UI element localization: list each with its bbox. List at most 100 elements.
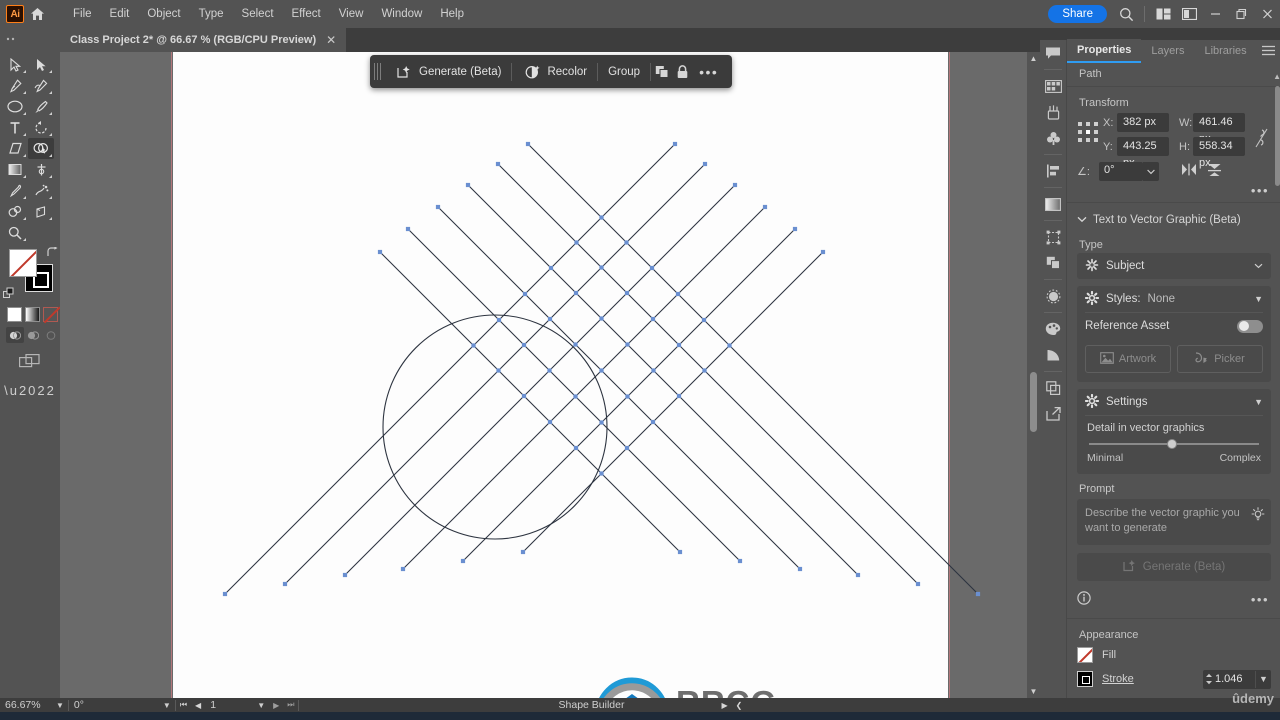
scrollbar-thumb[interactable]	[1030, 372, 1037, 432]
direct-selection-tool[interactable]	[28, 54, 54, 75]
none-mode-button[interactable]	[43, 307, 58, 322]
menu-select[interactable]: Select	[233, 4, 283, 24]
group-button[interactable]: Group	[599, 60, 649, 84]
generate-beta-button[interactable]: Generate (Beta)	[385, 60, 510, 84]
info-icon[interactable]	[1077, 591, 1091, 608]
panel-menu-icon[interactable]	[1262, 45, 1275, 59]
chevron-down-icon[interactable]: ▼	[1254, 397, 1263, 407]
align-icon[interactable]	[1040, 158, 1066, 184]
flip-vertical-icon[interactable]	[1207, 163, 1222, 180]
menu-effect[interactable]: Effect	[283, 4, 330, 24]
chevron-down-icon[interactable]	[1254, 261, 1263, 271]
lock-icon[interactable]	[672, 60, 692, 84]
width-input[interactable]: 461.46 px	[1193, 113, 1245, 145]
selection-tool[interactable]	[2, 54, 28, 75]
next-artboard-icon[interactable]: ▶	[269, 701, 283, 710]
panel-scrollbar[interactable]	[1275, 86, 1280, 186]
menu-type[interactable]: Type	[190, 4, 233, 24]
appearance-stroke-swatch[interactable]	[1077, 671, 1093, 687]
default-fill-stroke-icon[interactable]	[3, 287, 16, 303]
width-tool[interactable]	[28, 159, 54, 180]
contextual-more-button[interactable]: •••	[692, 64, 725, 80]
symbols-icon[interactable]	[1040, 125, 1066, 151]
tab-properties[interactable]: Properties	[1067, 39, 1142, 63]
screen-mode-icon[interactable]	[0, 353, 60, 369]
toolbar-drag-handle[interactable]	[0, 28, 60, 52]
brushes-icon[interactable]	[1040, 99, 1066, 125]
flip-horizontal-icon[interactable]	[1181, 163, 1197, 180]
close-icon[interactable]: ✕	[326, 33, 336, 47]
artwork-vector-paths[interactable]	[60, 52, 1040, 698]
reference-asset-toggle[interactable]	[1237, 319, 1263, 333]
workspace-switcher-icon[interactable]	[1176, 0, 1202, 28]
constrain-proportions-icon[interactable]	[1251, 127, 1271, 149]
info-more-button[interactable]: •••	[1251, 592, 1269, 607]
gradient-tool[interactable]	[2, 159, 28, 180]
chevron-down-icon[interactable]: ▼	[1254, 294, 1263, 304]
comments-icon[interactable]	[1040, 40, 1066, 66]
isolate-group-icon[interactable]	[652, 60, 672, 84]
rotate-tool[interactable]	[28, 117, 54, 138]
status-collapse-icon[interactable]: ❮	[732, 701, 747, 710]
tab-layers[interactable]: Layers	[1141, 40, 1194, 62]
eraser-tool[interactable]	[2, 138, 28, 159]
draw-normal-icon[interactable]	[6, 327, 24, 343]
zoom-dropdown-icon[interactable]: ▼	[52, 701, 68, 710]
settings-row[interactable]: Settings ▼	[1077, 389, 1271, 415]
home-icon[interactable]	[24, 0, 50, 28]
color-mode-button[interactable]	[7, 307, 22, 322]
search-icon[interactable]	[1113, 0, 1139, 28]
document-tab[interactable]: Class Project 2* @ 66.67 % (RGB/CPU Prev…	[60, 28, 347, 52]
gradient-mesh-icon[interactable]	[1040, 342, 1066, 368]
scroll-up-icon[interactable]: ▲	[1027, 52, 1040, 65]
y-input[interactable]: 443.25 px	[1117, 137, 1169, 169]
gradient-mode-button[interactable]	[25, 307, 40, 322]
menu-window[interactable]: Window	[372, 4, 431, 24]
styles-row[interactable]: Styles: None ▼	[1077, 286, 1271, 312]
stroke-weight-value[interactable]: 1.046	[1215, 673, 1255, 685]
menu-view[interactable]: View	[330, 4, 373, 24]
chevron-down-icon[interactable]: ▼	[1255, 670, 1271, 688]
angle-input[interactable]: 0°	[1099, 162, 1143, 181]
first-artboard-icon[interactable]: ⏮	[176, 700, 191, 710]
stroke-weight-stepper[interactable]: 1.046 ▼	[1203, 669, 1271, 689]
detail-slider[interactable]	[1089, 439, 1259, 449]
perspective-grid-tool[interactable]	[28, 201, 54, 222]
appearance-fill-swatch[interactable]	[1077, 647, 1093, 663]
layers-panel-icon[interactable]	[1040, 375, 1066, 401]
rotation-dropdown-icon[interactable]: ▼	[159, 701, 175, 710]
panel-scroll-up-icon[interactable]: ▲	[1273, 72, 1280, 81]
menu-object[interactable]: Object	[138, 4, 189, 24]
last-artboard-icon[interactable]: ⏭	[283, 700, 298, 710]
stroke-panel-icon[interactable]	[1040, 283, 1066, 309]
symbol-sprayer-tool[interactable]	[28, 180, 54, 201]
menu-file[interactable]: File	[64, 4, 101, 24]
height-input[interactable]: 558.34 px	[1193, 137, 1245, 169]
previous-artboard-icon[interactable]: ◀	[191, 701, 205, 710]
share-button[interactable]: Share	[1048, 5, 1107, 23]
curvature-tool[interactable]	[28, 75, 54, 96]
export-icon[interactable]	[1040, 401, 1066, 427]
swap-fill-stroke-icon[interactable]	[46, 246, 59, 262]
appearance-stroke-label[interactable]: Stroke	[1102, 673, 1134, 685]
lightbulb-icon[interactable]	[1251, 507, 1265, 527]
color-panel-icon[interactable]	[1040, 316, 1066, 342]
fill-swatch[interactable]	[9, 249, 37, 277]
blend-tool[interactable]	[2, 201, 28, 222]
status-play-icon[interactable]: ▶	[717, 701, 731, 710]
eyedropper-tool[interactable]	[2, 180, 28, 201]
canvas-vertical-scrollbar[interactable]: ▲ ▼	[1027, 52, 1040, 698]
zoom-level[interactable]: 66.67%	[0, 698, 52, 712]
type-select-card[interactable]: Subject	[1077, 253, 1271, 279]
transform-more-button[interactable]: •••	[1067, 181, 1280, 198]
arrange-documents-icon[interactable]	[1150, 0, 1176, 28]
toolbar-grip[interactable]	[374, 63, 381, 80]
pathfinder-icon[interactable]	[1040, 250, 1066, 276]
paintbrush-tool[interactable]	[28, 96, 54, 117]
artwork-button[interactable]: Artwork	[1085, 345, 1171, 373]
reference-point-selector[interactable]	[1077, 121, 1099, 143]
maximize-button[interactable]	[1228, 0, 1254, 28]
generate-beta-panel-button[interactable]: Generate (Beta)	[1077, 553, 1271, 581]
zoom-tool[interactable]	[2, 222, 28, 243]
transform-panel-icon[interactable]	[1040, 224, 1066, 250]
